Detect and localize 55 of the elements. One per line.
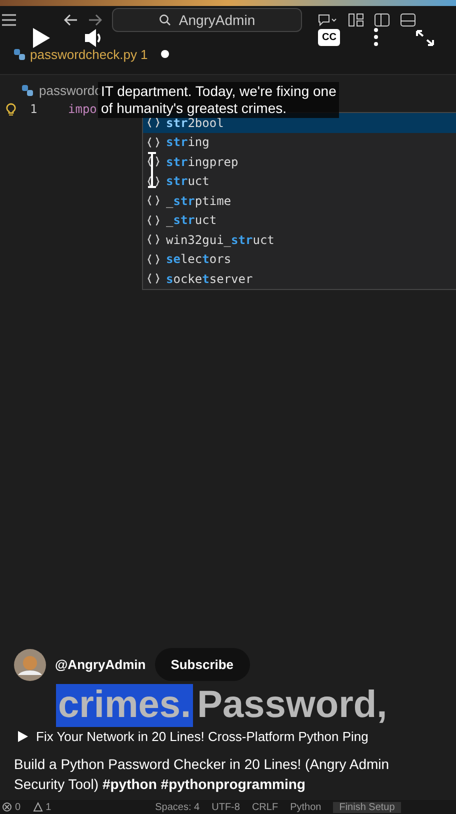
- braces-icon: [147, 254, 160, 265]
- suggestion-item[interactable]: _struct: [143, 210, 456, 230]
- forward-arrow-icon[interactable]: [88, 14, 102, 26]
- suggestion-item[interactable]: stringprep: [143, 152, 456, 172]
- status-item[interactable]: UTF-8: [212, 802, 240, 812]
- braces-icon: [147, 117, 160, 128]
- suggestion-item[interactable]: selectors: [143, 250, 456, 269]
- channel-handle[interactable]: @AngryAdmin: [55, 657, 146, 672]
- play-icon[interactable]: [31, 27, 51, 49]
- braces-icon: [147, 214, 160, 226]
- braces-icon: [147, 195, 160, 206]
- status-item[interactable]: Finish Setup: [333, 802, 401, 812]
- video-title: Build a Python Password Checker in 20 Lines! (Angry Admin Security Tool) #python #pythonprogramming: [14, 755, 390, 794]
- braces-icon: [147, 136, 160, 148]
- play-icon: [18, 731, 28, 742]
- status-item[interactable]: Spaces: 4: [155, 802, 200, 812]
- subscribe-button[interactable]: Subscribe: [154, 648, 250, 681]
- line-number: 1: [30, 102, 38, 116]
- code-text: impo: [68, 102, 97, 116]
- split-panel-icon[interactable]: [374, 13, 390, 27]
- caption-text: IT department. Today, we're fixing one of humanity's greatest crimes.: [98, 82, 340, 118]
- back-arrow-icon[interactable]: [64, 14, 78, 26]
- status-item[interactable]: CRLF: [252, 802, 278, 812]
- layout-icon[interactable]: [348, 13, 364, 27]
- warning-count[interactable]: 1: [46, 802, 52, 812]
- suggestion-item[interactable]: socketserver: [143, 269, 456, 288]
- bottom-panel-icon[interactable]: [400, 13, 416, 27]
- warning-icon: [32, 802, 43, 812]
- speaker-icon[interactable]: [84, 28, 102, 48]
- menu-icon[interactable]: [2, 14, 16, 26]
- burned-caption-word: Password,: [197, 684, 388, 726]
- braces-icon: [147, 273, 160, 284]
- related-video-link[interactable]: Fix Your Network in 20 Lines! Cross-Platform Python Ping: [36, 729, 368, 744]
- search-field[interactable]: AngryAdmin: [112, 8, 302, 32]
- status-item[interactable]: Python: [290, 802, 322, 812]
- python-file-icon: [22, 85, 33, 96]
- braces-icon: [147, 156, 160, 168]
- lightbulb-icon[interactable]: [6, 102, 16, 116]
- editor-tab[interactable]: passwordcheck.py 1: [14, 46, 169, 62]
- fullscreen-icon[interactable]: [415, 29, 435, 47]
- more-icon[interactable]: [374, 28, 378, 46]
- captions-button[interactable]: CC: [318, 29, 340, 46]
- braces-icon: [147, 234, 160, 246]
- error-icon: [2, 802, 12, 812]
- suggestion-item[interactable]: win32gui_struct: [143, 230, 456, 250]
- error-count[interactable]: 0: [15, 802, 21, 812]
- python-file-icon: [14, 48, 25, 60]
- text-cursor-icon: [147, 152, 157, 188]
- braces-icon: [147, 176, 160, 187]
- channel-avatar[interactable]: [14, 648, 46, 680]
- burned-caption-word: crimes.: [56, 684, 194, 726]
- search-icon: [158, 14, 171, 26]
- suggestion-item[interactable]: struct: [143, 172, 456, 191]
- suggestion-item[interactable]: string: [143, 132, 456, 152]
- suggestion-item[interactable]: _strptime: [143, 191, 456, 210]
